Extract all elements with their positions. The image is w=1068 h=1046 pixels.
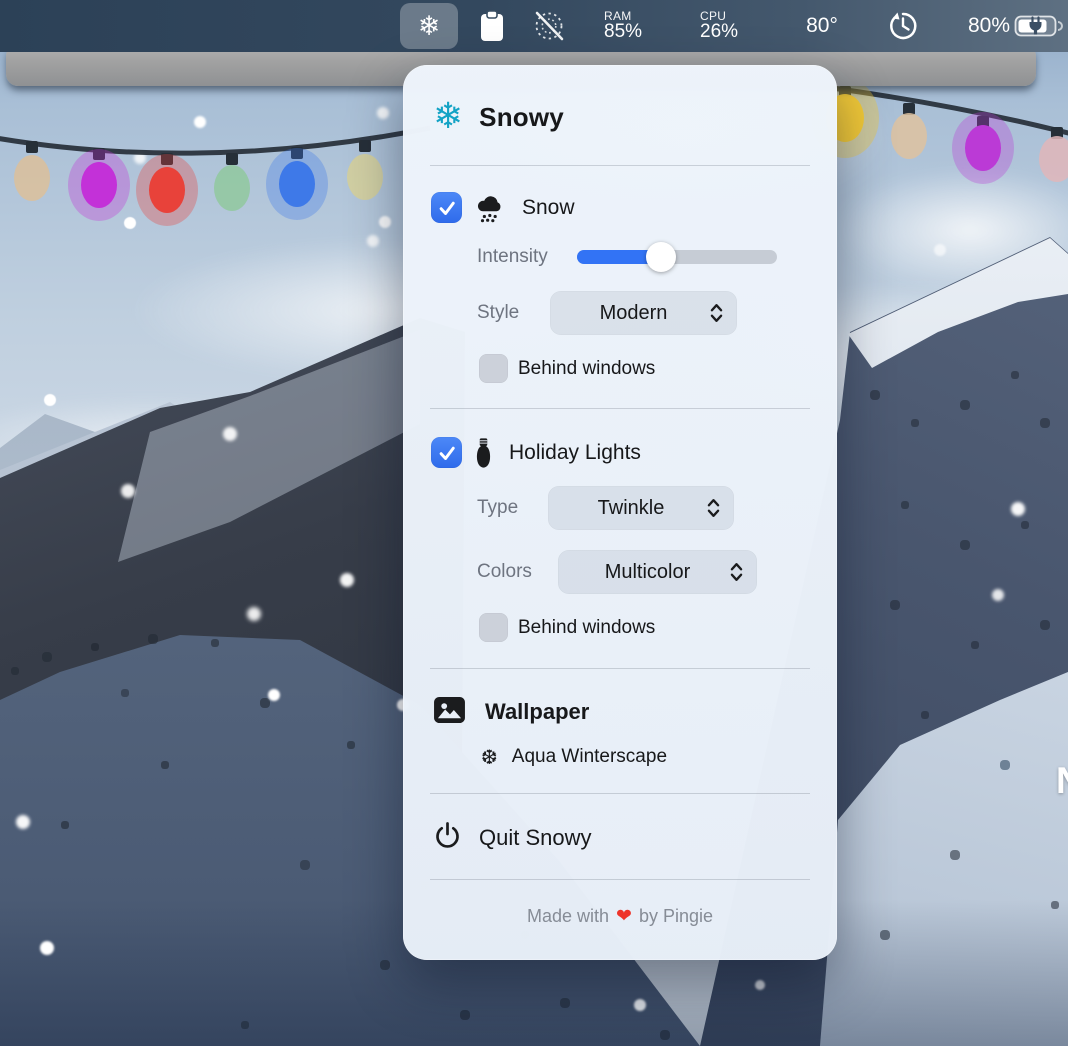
menubar-time-machine-button[interactable] bbox=[882, 0, 924, 52]
holiday-light-bulb bbox=[347, 154, 383, 200]
desktop-partial-text: N bbox=[1056, 760, 1068, 802]
style-dropdown[interactable]: Modern bbox=[550, 291, 737, 335]
desktop: N bbox=[0, 0, 1068, 1046]
time-machine-icon bbox=[885, 8, 921, 44]
quit-snowy-label: Quit Snowy bbox=[479, 825, 592, 851]
divider bbox=[430, 668, 810, 669]
snow-enabled-checkbox[interactable] bbox=[431, 192, 462, 223]
cloud-snow-icon bbox=[475, 192, 505, 224]
temperature-value: 80° bbox=[806, 14, 838, 38]
type-dropdown[interactable]: Twinkle bbox=[548, 486, 734, 530]
intensity-label: Intensity bbox=[477, 246, 577, 268]
chevron-up-down-icon bbox=[706, 497, 721, 519]
menubar-battery-button[interactable] bbox=[1012, 0, 1066, 52]
snow-behind-windows-label: Behind windows bbox=[518, 358, 655, 380]
intensity-slider-thumb[interactable] bbox=[646, 242, 676, 272]
lights-behind-windows-label: Behind windows bbox=[518, 617, 655, 639]
snowflake-small-icon: ❆ bbox=[481, 747, 498, 767]
photo-icon bbox=[433, 696, 466, 729]
menubar-battery-percent[interactable]: 80% bbox=[952, 0, 1010, 52]
divider bbox=[430, 793, 810, 794]
wallpaper-section-header: Wallpaper bbox=[433, 695, 589, 729]
battery-percent-value: 80% bbox=[968, 14, 1010, 38]
holiday-light-bulb bbox=[1039, 136, 1068, 182]
holiday-light-bulb-red bbox=[136, 154, 198, 226]
snow-section-label: Snow bbox=[522, 196, 575, 220]
holiday-light-bulb-magenta bbox=[68, 149, 130, 221]
holiday-light-bulb bbox=[214, 165, 250, 211]
type-dropdown-value: Twinkle bbox=[548, 497, 704, 520]
holiday-lights-enabled-checkbox[interactable] bbox=[431, 437, 462, 468]
colors-dropdown-value: Multicolor bbox=[558, 561, 727, 584]
popover-title: Snowy bbox=[479, 102, 564, 133]
wallpaper-section-label: Wallpaper bbox=[485, 699, 589, 725]
divider bbox=[430, 408, 810, 409]
style-label: Style bbox=[477, 302, 550, 324]
intensity-slider[interactable] bbox=[577, 250, 777, 264]
divider bbox=[430, 879, 810, 880]
popover-header: ❄ Snowy bbox=[433, 95, 564, 139]
colors-dropdown[interactable]: Multicolor bbox=[558, 550, 757, 594]
menubar-snowy-button[interactable]: ❄ bbox=[400, 3, 458, 49]
type-label: Type bbox=[477, 497, 548, 519]
menubar-cpu-monitor[interactable]: CPU 26% bbox=[700, 0, 760, 52]
checkmark-icon bbox=[436, 197, 458, 219]
menu-bar: ❄ RAM 85% CPU 26% 80° bbox=[0, 0, 1068, 52]
footer-credit: Made with ❤ by Pingie bbox=[403, 901, 837, 931]
holiday-lights-section-label: Holiday Lights bbox=[509, 441, 641, 465]
cpu-value: 26% bbox=[700, 22, 738, 42]
snowflake-icon: ❄ bbox=[418, 13, 441, 40]
menubar-sleep-toggle-button[interactable] bbox=[528, 0, 570, 52]
menubar-ram-monitor[interactable]: RAM 85% bbox=[604, 0, 664, 52]
menubar-clipboard-button[interactable] bbox=[474, 0, 510, 52]
light-bulb-icon bbox=[475, 437, 492, 469]
menubar-temperature[interactable]: 80° bbox=[796, 0, 848, 52]
chevron-up-down-icon bbox=[729, 561, 744, 583]
power-icon bbox=[433, 821, 462, 856]
circle-slash-icon bbox=[531, 8, 567, 44]
chevron-up-down-icon bbox=[709, 302, 724, 324]
quit-snowy-button[interactable]: Quit Snowy bbox=[433, 821, 592, 855]
snowy-popover: ❄ Snowy bbox=[403, 65, 837, 960]
ram-value: 85% bbox=[604, 22, 642, 42]
divider bbox=[430, 165, 810, 166]
holiday-light-bulb-purple bbox=[952, 112, 1014, 184]
footer-suffix: by Pingie bbox=[639, 906, 713, 927]
wallpaper-item-aqua-winterscape[interactable]: ❆ Aqua Winterscape bbox=[481, 743, 667, 771]
lights-behind-windows-checkbox[interactable] bbox=[479, 613, 508, 642]
holiday-light-bulb-blue bbox=[266, 148, 328, 220]
snow-behind-windows-checkbox[interactable] bbox=[479, 354, 508, 383]
wallpaper-item-label: Aqua Winterscape bbox=[512, 746, 667, 768]
holiday-light-bulb bbox=[14, 155, 50, 201]
style-dropdown-value: Modern bbox=[550, 302, 707, 325]
clipboard-icon bbox=[479, 10, 505, 42]
footer-prefix: Made with bbox=[527, 906, 609, 927]
heart-icon: ❤ bbox=[616, 905, 632, 927]
holiday-light-bulb bbox=[891, 113, 927, 159]
snowy-app-icon: ❄ bbox=[433, 99, 463, 135]
checkmark-icon bbox=[436, 442, 458, 464]
battery-charging-icon bbox=[1014, 12, 1064, 40]
colors-label: Colors bbox=[477, 561, 558, 583]
